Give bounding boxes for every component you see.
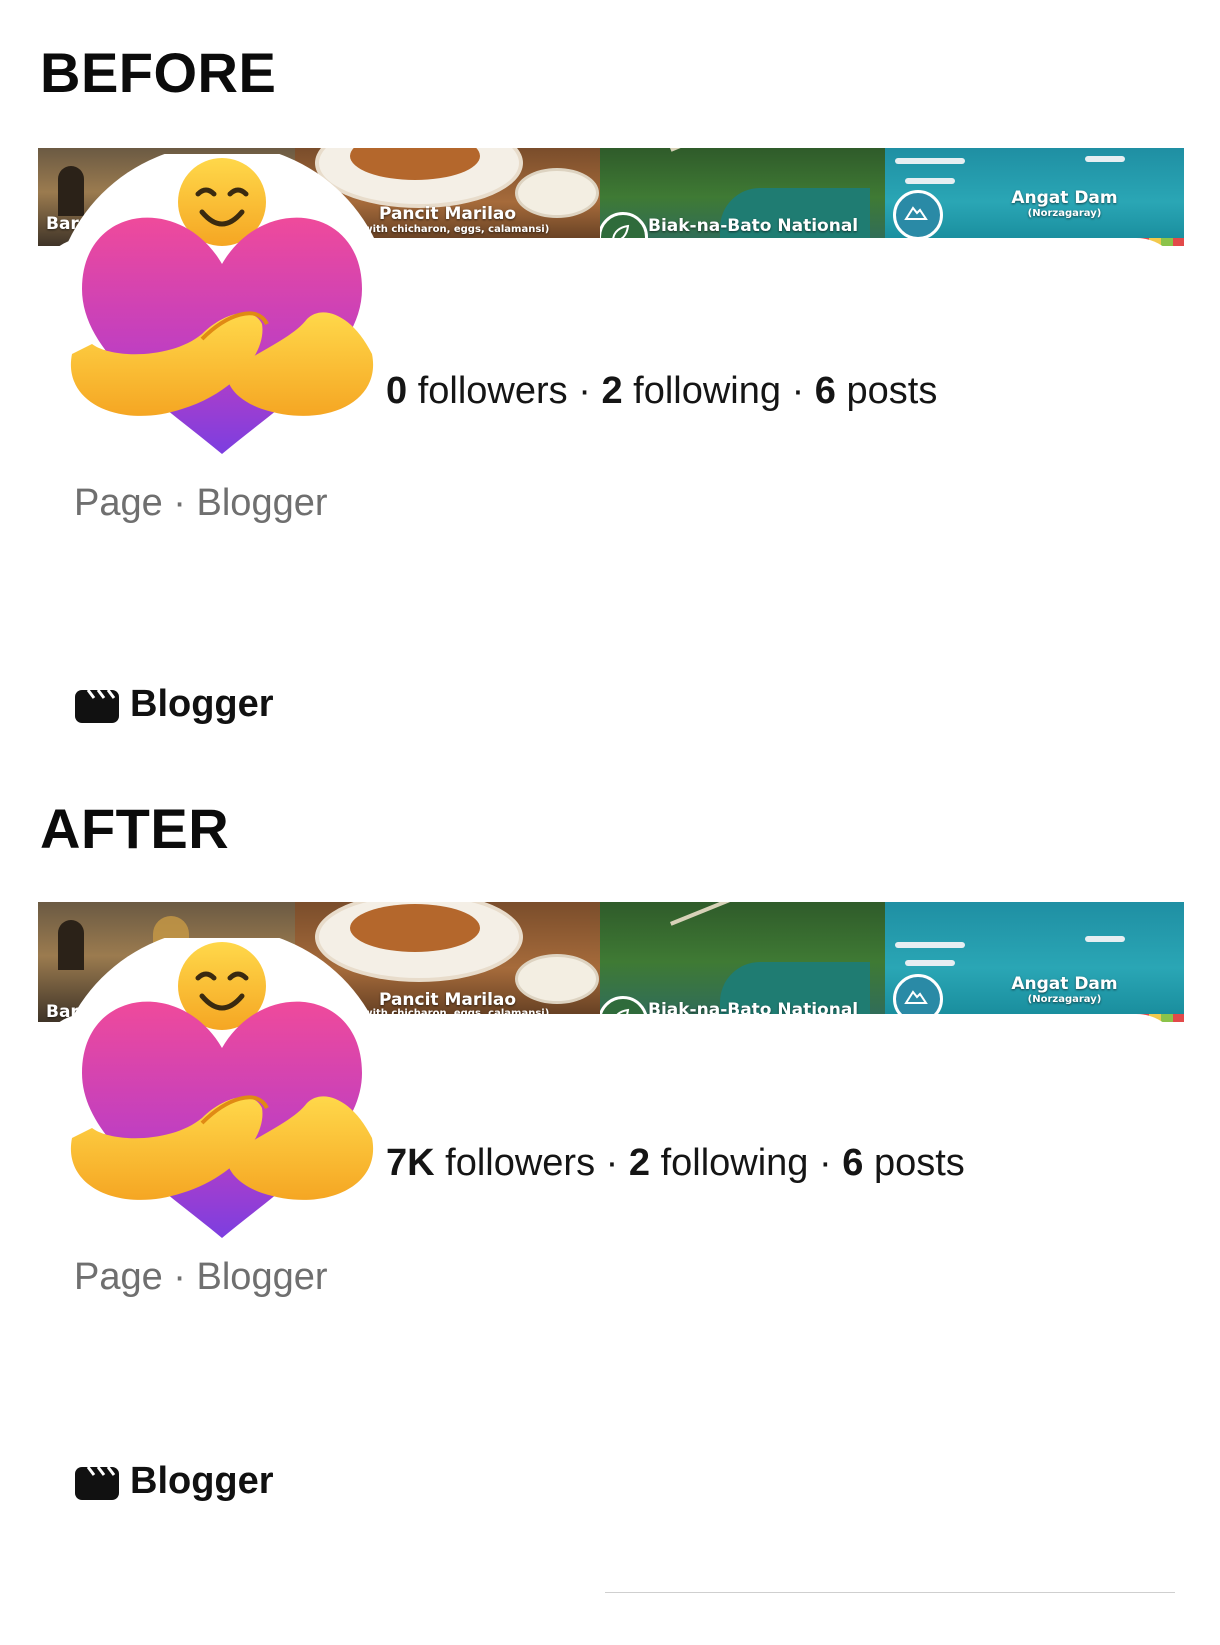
stats-separator: · [791,370,805,412]
mountain-badge-icon [893,190,943,240]
following-count: 2 [628,1142,651,1184]
cover-subcaption: (Norzagaray) [1027,994,1102,1005]
profile-card-after: Baras Pancit Marilao cit with chicharon,… [38,902,1184,1564]
cover-subcaption: (Norzagaray) [1027,208,1102,219]
following-label[interactable]: following [633,370,781,412]
followers-count: 0 [386,370,408,412]
clapperboard-icon [75,688,119,723]
divider [605,1592,1175,1593]
profile-card-before: Baras Pancit Marilao cit with chicharon,… [38,148,1184,788]
clapperboard-icon [75,1465,119,1500]
stats-separator: · [605,1142,619,1184]
posts-label[interactable]: posts [847,370,938,412]
cover-caption: Angat Dam [1011,974,1118,994]
cover-caption: Angat Dam [1011,188,1118,208]
after-heading: AFTER [40,797,230,860]
cover-tile-biak: Biak-na-Bato National Park [600,148,885,246]
stats-separator: · [578,370,591,412]
profile-stats: 0 followers · 2 following · 6 posts [386,370,937,413]
cover-tile-angat: Angat Dam (Norzagaray) [885,148,1184,246]
category-row: Blogger [74,1460,274,1503]
following-label[interactable]: following [661,1142,809,1184]
hugging-heart-avatar[interactable] [52,938,392,1248]
page-type: Page · Blogger [74,1256,328,1298]
category-label: Blogger [130,1460,274,1502]
posts-count: 6 [814,370,836,412]
followers-label[interactable]: followers [418,370,568,412]
posts-count: 6 [842,1142,864,1184]
category-label: Blogger [130,683,274,725]
page-type: Page · Blogger [74,482,328,524]
category-row: Blogger [74,683,274,726]
following-count: 2 [601,370,623,412]
before-heading: BEFORE [40,41,277,104]
followers-label[interactable]: followers [445,1142,595,1184]
posts-label[interactable]: posts [874,1142,965,1184]
stats-separator: · [819,1142,832,1184]
followers-count: 7K [386,1142,435,1184]
hugging-heart-avatar[interactable] [52,154,392,464]
cover-tile-biak: Biak-na-Bato National Park [600,902,885,1022]
profile-stats: 7K followers · 2 following · 6 posts [386,1142,965,1185]
cover-tile-angat: Angat Dam (Norzagaray) [885,902,1184,1022]
